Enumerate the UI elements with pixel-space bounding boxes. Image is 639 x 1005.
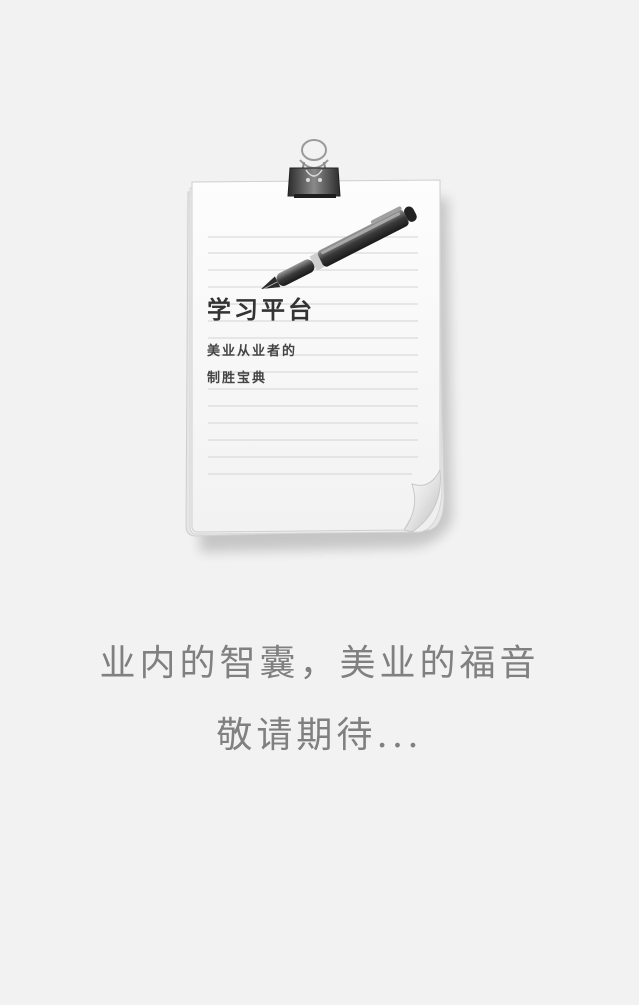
note-subtitle-line-1: 美业从业者的 xyxy=(207,344,298,359)
binder-clip-icon xyxy=(287,139,341,198)
note-title: 学习平台 xyxy=(207,295,315,324)
tagline-coming-soon: 敬请期待... xyxy=(216,715,423,756)
notepad-illustration: 学习平台 美业从业者的 制胜宝典 xyxy=(0,0,639,600)
note-subtitle-line-2: 制胜宝典 xyxy=(207,371,268,386)
tagline-primary: 业内的智囊，美业的福音 xyxy=(99,643,540,684)
notepad-graphic xyxy=(185,139,452,552)
